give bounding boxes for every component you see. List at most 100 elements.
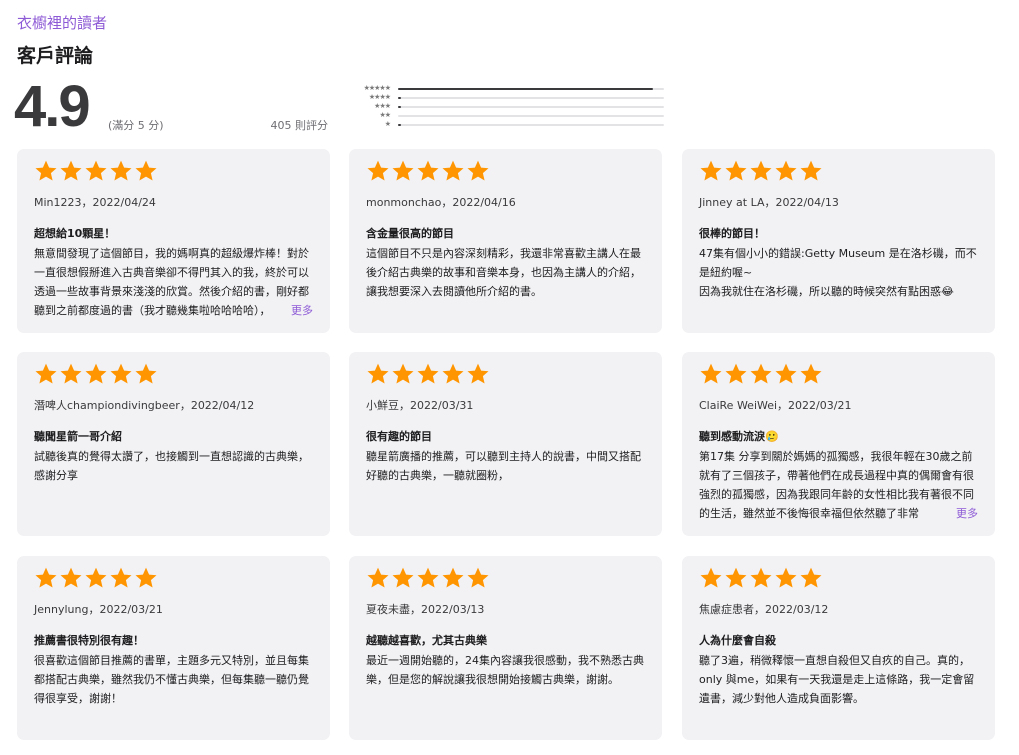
star-icon xyxy=(800,363,822,384)
star-icon xyxy=(110,363,132,384)
histogram-row-2-star: ★★ xyxy=(348,111,664,120)
star-icon xyxy=(417,363,439,384)
review-card[interactable]: 夏夜未盡，2022/03/13 越聽越喜歡，尤其古典樂最近一週開始聽的，24集內容… xyxy=(349,556,662,740)
reviewer-name-date: Jennylung，2022/03/21 xyxy=(34,603,163,616)
star-icon xyxy=(85,363,107,384)
star-icon xyxy=(467,363,489,384)
star-icon xyxy=(700,160,722,181)
review-card[interactable]: 潛啤人championdivingbeer，2022/04/12 聽聞星箭一哥介紹… xyxy=(17,352,330,536)
star-icon xyxy=(725,567,747,588)
star-icon xyxy=(392,567,414,588)
histogram-star-icons: ★ xyxy=(384,120,391,128)
more-link[interactable]: 更多 xyxy=(291,304,313,317)
review-title: 聽聞星箭一哥介紹 xyxy=(34,430,122,443)
review-title: 推薦書很特別很有趣！ xyxy=(34,634,144,647)
reviewer-name-date: 夏夜未盡，2022/03/13 xyxy=(366,603,485,616)
histogram-row-5-star: ★★★★★ xyxy=(348,84,664,93)
histogram-star-icons: ★★★ xyxy=(374,102,391,110)
ratings-count: 405 則評分 xyxy=(270,119,329,132)
review-body: 聽了3遍，稍微釋懷一直想自殺但又自疚的自己。真的，only 與me，如果有一天我… xyxy=(699,654,975,705)
star-rating xyxy=(699,566,978,595)
star-icon xyxy=(700,567,722,588)
star-rating xyxy=(34,362,313,391)
review-body: 這個節目不只是內容深刻精彩，我還非常喜歡主講人在最後介紹古典樂的故事和音樂本身，… xyxy=(366,247,641,298)
reviewer-name-date: Min1223，2022/04/24 xyxy=(34,196,156,209)
review-body: 很喜歡這個節目推薦的書單，主題多元又特別，並且每集都搭配古典樂，雖然我仍不懂古典… xyxy=(34,654,309,705)
rating-histogram: ★★★★★ ★★★★ ★★★ ★★ ★ xyxy=(348,84,664,129)
histogram-bar-fill xyxy=(398,105,401,108)
histogram-star-icons: ★★ xyxy=(379,111,391,119)
star-icon xyxy=(417,160,439,181)
review-card[interactable]: 小鮮豆，2022/03/31 很有趣的節目聽星箭廣播的推薦，可以聽到主持人的說書，… xyxy=(349,352,662,536)
reviewer-name-date: Jinney at LA，2022/04/13 xyxy=(699,196,839,209)
star-icon xyxy=(135,567,157,588)
star-icon xyxy=(800,160,822,181)
histogram-star-icons: ★★★★★ xyxy=(363,84,391,92)
histogram-bar-track xyxy=(398,87,664,90)
star-icon xyxy=(417,567,439,588)
review-title: 很棒的節目！ xyxy=(699,227,765,240)
star-icon xyxy=(135,363,157,384)
star-icon xyxy=(750,160,772,181)
star-icon xyxy=(775,160,797,181)
rating-scale-label: (滿分 5 分) xyxy=(108,119,164,132)
star-rating xyxy=(699,362,978,391)
star-icon xyxy=(35,160,57,181)
review-body: 第17集 分享到關於媽媽的孤獨感，我很年輕在30歲之前就有了三個孩子，帶著他們在… xyxy=(699,447,978,523)
star-icon xyxy=(60,160,82,181)
histogram-bar-track xyxy=(398,96,664,99)
star-icon xyxy=(110,567,132,588)
star-icon xyxy=(367,363,389,384)
star-icon xyxy=(60,567,82,588)
star-icon xyxy=(800,567,822,588)
histogram-bar-track xyxy=(398,123,664,126)
reviewer-name-date: ClaiRe WeiWei，2022/03/21 xyxy=(699,399,852,412)
star-rating xyxy=(366,566,645,595)
star-rating xyxy=(366,159,645,188)
star-icon xyxy=(392,160,414,181)
review-card[interactable]: Min1223，2022/04/24 超想給10顆星！ 無意間發現了這個節目，我的媽… xyxy=(17,149,330,333)
review-title: 人為什麼會自殺 xyxy=(699,634,776,647)
histogram-star-icons: ★★★★ xyxy=(368,93,391,101)
review-title: 超想給10顆星！ xyxy=(34,227,116,240)
histogram-bar-fill xyxy=(398,96,401,99)
histogram-bar-fill xyxy=(398,87,654,90)
review-body: 無意間發現了這個節目，我的媽啊真的超級爆炸棒！對於一直很想假掰進入古典音樂卻不得… xyxy=(34,244,313,320)
review-card[interactable]: ClaiRe WeiWei，2022/03/21 聽到感動流淚🥲 第17集 分享到關… xyxy=(682,352,995,536)
review-title: 越聽越喜歡，尤其古典樂 xyxy=(366,634,487,647)
star-icon xyxy=(135,160,157,181)
star-icon xyxy=(442,363,464,384)
review-title: 含金量很高的節目 xyxy=(366,227,454,240)
histogram-bar-track xyxy=(398,114,664,117)
star-icon xyxy=(60,363,82,384)
review-body: 聽星箭廣播的推薦，可以聽到主持人的說書，中間又搭配好聽的古典樂，一聽就圈粉， xyxy=(366,450,641,482)
star-icon xyxy=(725,160,747,181)
star-icon xyxy=(725,363,747,384)
star-icon xyxy=(750,567,772,588)
star-icon xyxy=(442,160,464,181)
review-title: 很有趣的節目 xyxy=(366,430,432,443)
star-icon xyxy=(750,363,772,384)
review-card[interactable]: monmonchao，2022/04/16 含金量很高的節目這個節目不只是內容深刻… xyxy=(349,149,662,333)
star-icon xyxy=(775,363,797,384)
reviews-heading: 客戶評論 xyxy=(17,45,94,67)
review-title: 聽到感動流淚🥲 xyxy=(699,430,779,443)
review-body: 最近一週開始聽的，24集內容讓我很感動，我不熟悉古典樂，但是您的解說讓我很想開始… xyxy=(366,654,644,686)
histogram-row-1-star: ★ xyxy=(348,120,664,129)
reviewer-name-date: 潛啤人championdivingbeer，2022/04/12 xyxy=(34,399,255,412)
review-card[interactable]: Jinney at LA，2022/04/13 很棒的節目！ 47集有個小小的錯誤:… xyxy=(682,149,995,333)
star-icon xyxy=(775,567,797,588)
review-body: 47集有個小小的錯誤:Getty Museum 是在洛杉磯，而不是紐約喔~ 因為我… xyxy=(699,247,977,298)
star-icon xyxy=(442,567,464,588)
more-link-container: 更多 xyxy=(275,301,313,320)
star-rating xyxy=(366,362,645,391)
review-card[interactable]: Jennylung，2022/03/21 推薦書很特別很有趣！ 很喜歡這個節目推薦的… xyxy=(17,556,330,740)
histogram-row-3-star: ★★★ xyxy=(348,102,664,111)
podcast-title-link[interactable]: 衣櫥裡的讀者 xyxy=(17,12,107,33)
review-body: 試聽後真的覺得太讚了，也接觸到一直想認識的古典樂，感謝分享 xyxy=(34,450,309,482)
reviewer-name-date: monmonchao，2022/04/16 xyxy=(366,196,516,209)
review-card[interactable]: 焦慮症患者，2022/03/12 人為什麼會自殺 聽了3遍，稍微釋懷一直想自殺但又自… xyxy=(682,556,995,740)
reviewer-name-date: 小鮮豆，2022/03/31 xyxy=(366,399,474,412)
more-link[interactable]: 更多 xyxy=(956,507,978,520)
star-icon xyxy=(392,363,414,384)
